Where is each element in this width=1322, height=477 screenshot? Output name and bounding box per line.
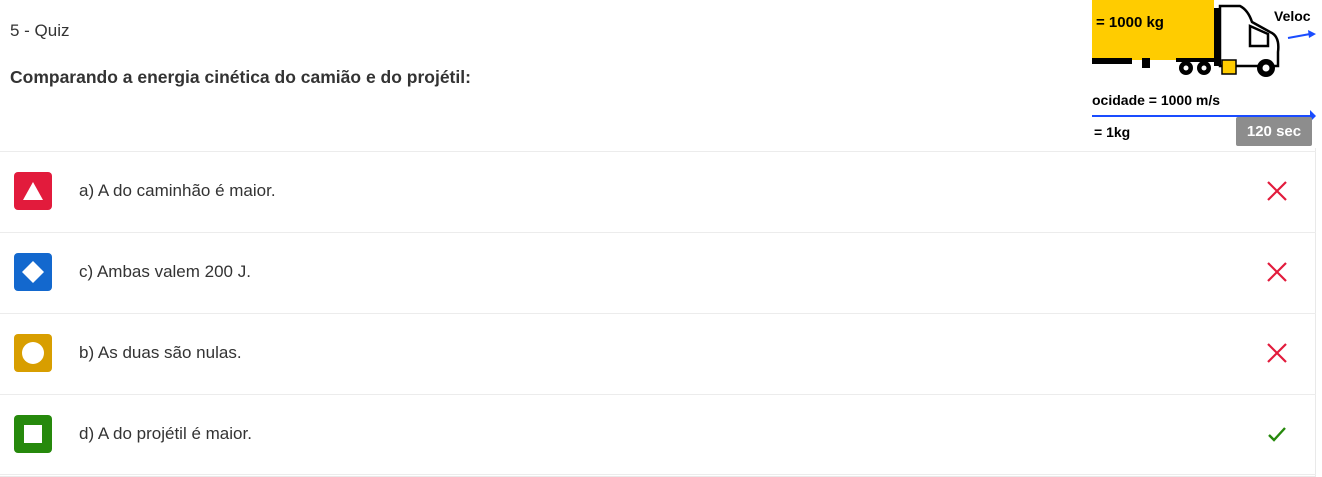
answer-text: b) As duas são nulas. (79, 343, 242, 362)
answer-shape-badge (14, 334, 52, 372)
answer-text: d) A do projétil é maior. (79, 424, 252, 443)
truck-mass-label: = 1000 kg (1096, 14, 1164, 31)
answer-option[interactable]: a) A do caminhão é maior. (0, 151, 1316, 232)
answer-option[interactable]: c) Ambas valem 200 J. (0, 232, 1316, 313)
circle-icon (22, 342, 44, 364)
answer-option[interactable]: b) As duas são nulas. (0, 313, 1316, 394)
diamond-icon (22, 261, 44, 283)
square-icon (24, 425, 42, 443)
question-text: Comparando a energia cinética do camião … (10, 67, 471, 87)
answer-list: a) A do caminhão é maior. c) Ambas valem… (0, 151, 1316, 475)
answer-text: c) Ambas valem 200 J. (79, 262, 251, 281)
quiz-card: 5 - Quiz Comparando a energia cinética d… (0, 0, 1316, 477)
projectile-velocity-label: ocidade = 1000 m/s (1092, 92, 1221, 108)
quiz-number-label: 5 - Quiz (10, 21, 70, 40)
answer-shape-badge (14, 415, 52, 453)
incorrect-cross-icon (1267, 343, 1287, 363)
answer-text: a) A do caminhão é maior. (79, 181, 276, 200)
correct-check-icon (1268, 427, 1286, 442)
incorrect-cross-icon (1267, 181, 1287, 201)
incorrect-cross-icon (1267, 262, 1287, 282)
answer-shape-badge (14, 253, 52, 291)
velocity-label-top: Veloc (1274, 8, 1311, 24)
question-header: 5 - Quiz Comparando a energia cinética d… (0, 0, 1316, 151)
answer-option[interactable]: d) A do projétil é maior. (0, 394, 1316, 475)
answer-shape-badge (14, 172, 52, 210)
projectile-mass-label: = 1kg (1094, 124, 1131, 140)
timer-badge: 120 sec (1236, 117, 1312, 146)
triangle-icon (23, 182, 43, 200)
